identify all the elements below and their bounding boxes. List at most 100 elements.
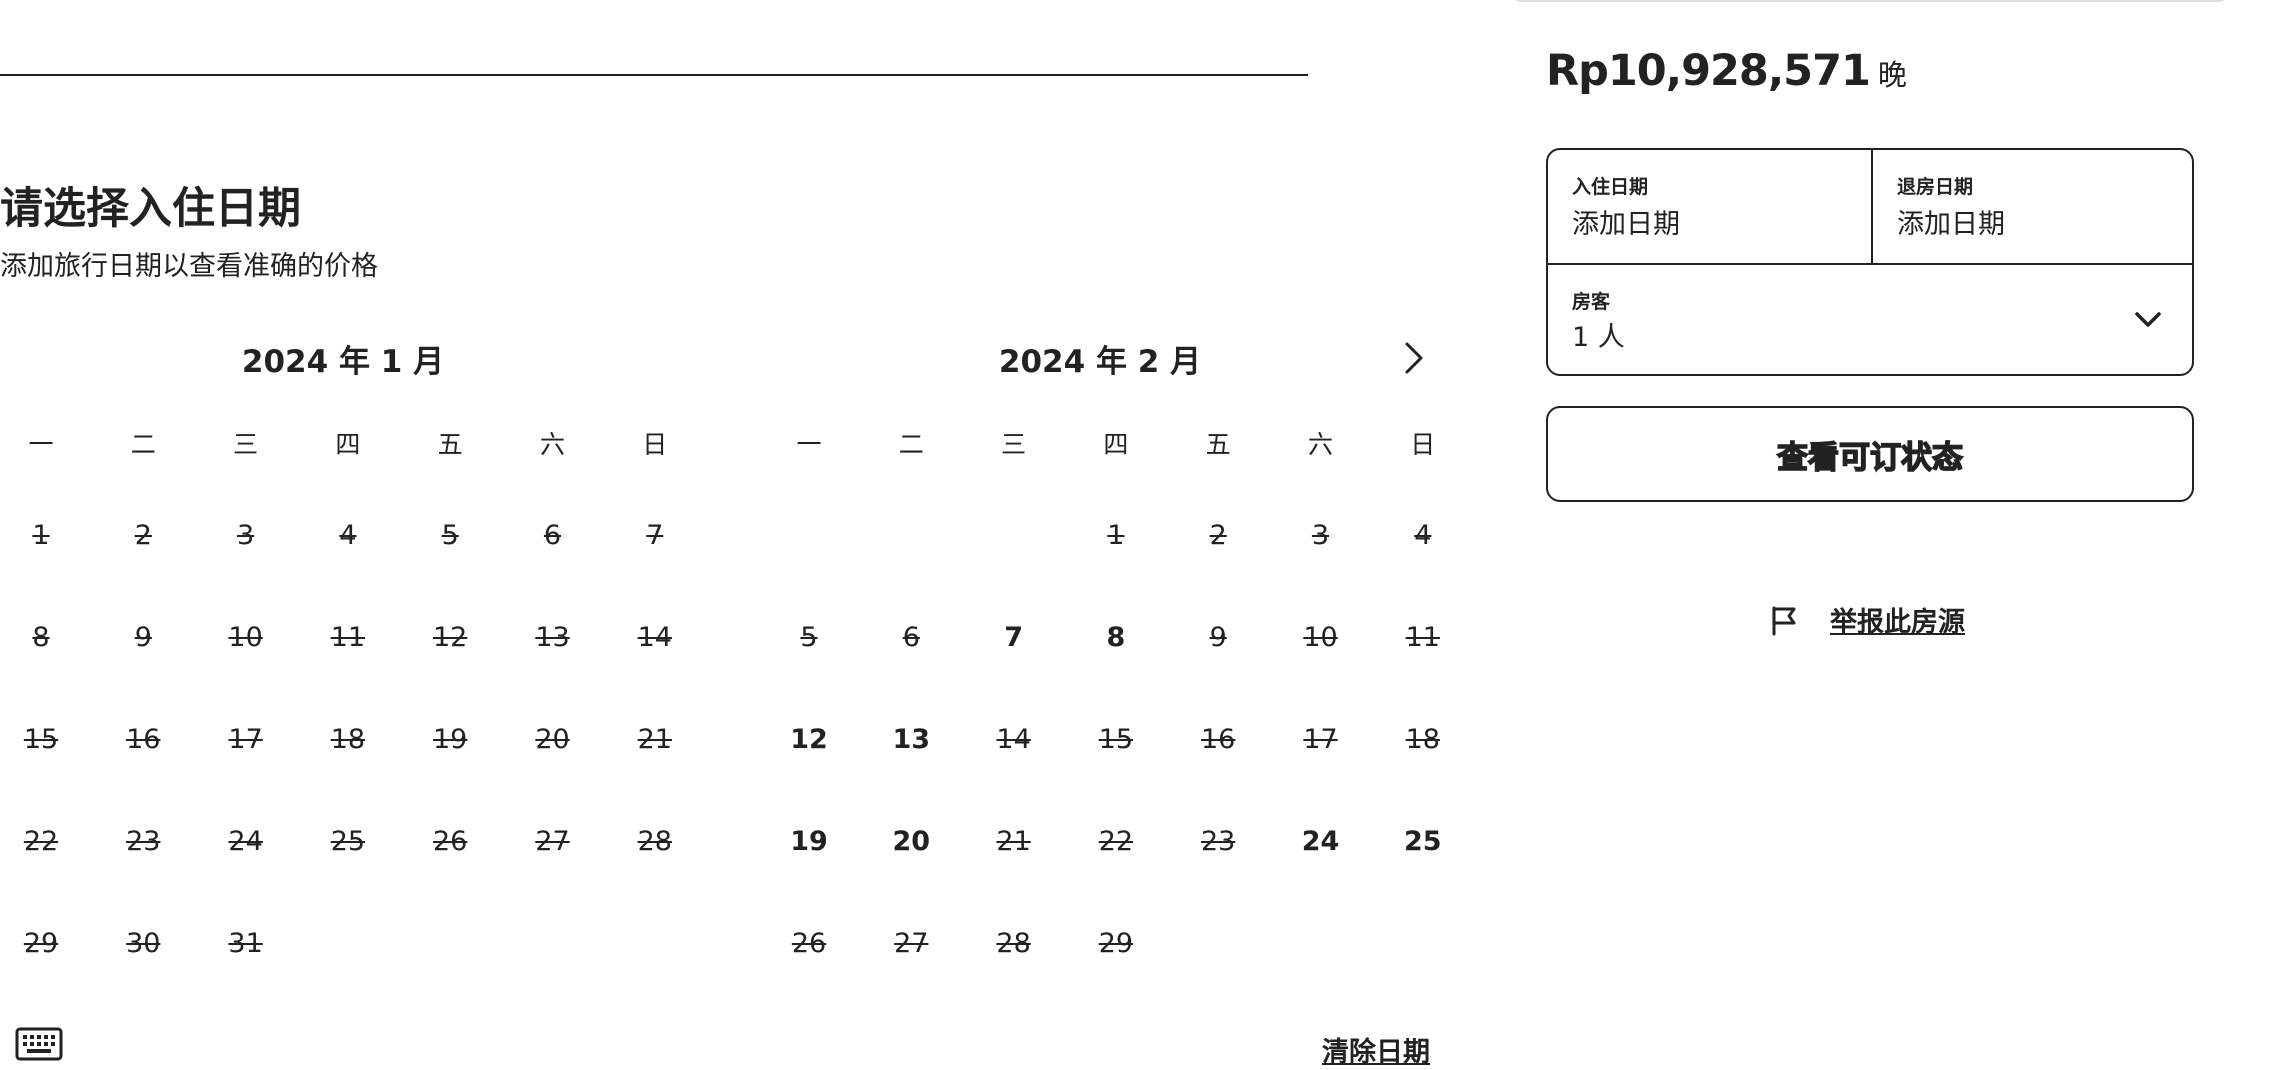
guests-value: 1 人 (1572, 322, 1625, 353)
page: 请选择入住日期 添加旅行日期以查看准确的价格 2024 年 1 月 2024 年… (0, 0, 2294, 1070)
calendar-day-available[interactable]: 25 (1383, 801, 1463, 881)
calendar-day-available[interactable]: 20 (871, 801, 951, 881)
check-availability-button[interactable]: 查看可订状态 (1546, 406, 2194, 502)
calendar-day-unavailable: 14 (996, 723, 1031, 755)
calendar-day-unavailable: 22 (1098, 825, 1134, 857)
calendar-day-unavailable: 5 (800, 621, 818, 653)
calendar-day-unavailable: 8 (32, 621, 50, 653)
calendar-day-unavailable: 14 (637, 621, 672, 653)
guests-label: 房客 (1572, 291, 1611, 313)
calendar-day-unavailable: 19 (433, 723, 468, 755)
checkin-field[interactable]: 入住日期 添加日期 (1548, 150, 1873, 263)
weekday-label: 三 (233, 430, 259, 459)
section-title: 请选择入住日期 (0, 184, 301, 234)
weekday-label: 二 (898, 430, 924, 459)
calendar-day-unavailable: 18 (330, 723, 366, 755)
month-title-january: 2024 年 1 月 (241, 344, 445, 380)
calendar-day-unavailable: 6 (902, 621, 920, 653)
calendar-day-unavailable: 5 (441, 519, 459, 551)
check-availability-label: 查看可订状态 (1776, 439, 1964, 477)
report-listing-row: 举报此房源 (1768, 600, 1965, 639)
nightly-price: Rp10,928,571 (1546, 46, 1871, 96)
weekday-label: 日 (1410, 430, 1436, 459)
calendar-day-unavailable: 1 (1107, 519, 1125, 551)
calendar-day-unavailable: 28 (637, 825, 672, 857)
weekday-label: 日 (642, 430, 668, 459)
calendar-day-unavailable: 26 (433, 825, 468, 857)
calendar-day-unavailable: 25 (330, 825, 366, 857)
checkout-field[interactable]: 退房日期 添加日期 (1873, 150, 2192, 263)
weekday-label: 六 (1307, 430, 1333, 459)
calendar-day-available[interactable]: 13 (871, 699, 951, 779)
calendar-day-unavailable: 18 (1405, 723, 1440, 755)
checkout-value: 添加日期 (1897, 209, 2005, 240)
checkin-label: 入住日期 (1572, 176, 1649, 198)
checkout-label: 退房日期 (1897, 176, 1974, 198)
calendar-day-unavailable: 7 (646, 519, 664, 551)
keyboard-shortcuts-button[interactable] (14, 1026, 64, 1062)
calendar-day-available[interactable]: 8 (1076, 597, 1156, 677)
calendar-day-unavailable: 2 (1209, 519, 1227, 551)
calendar-day-unavailable: 16 (1201, 723, 1236, 755)
calendar-day-unavailable: 9 (134, 621, 152, 653)
calendar-day-available[interactable]: 24 (1281, 801, 1361, 881)
calendar-day-unavailable: 4 (1414, 519, 1432, 551)
flag-icon (1772, 606, 1796, 635)
report-listing-link[interactable]: 举报此房源 (1830, 600, 1965, 639)
calendar-day-unavailable: 9 (1209, 621, 1227, 653)
weekday-label: 六 (539, 430, 565, 459)
calendar-day-unavailable: 3 (1311, 519, 1330, 551)
month-title-february: 2024 年 2 月 (998, 344, 1202, 380)
calendar-day-unavailable: 1 (32, 519, 50, 551)
calendar-day-unavailable: 20 (535, 723, 570, 755)
calendar-day-unavailable: 29 (23, 927, 59, 959)
chevron-right-icon (1405, 342, 1423, 374)
calendar-day-unavailable: 27 (894, 927, 929, 959)
calendar-day-unavailable: 30 (126, 927, 161, 959)
weekday-label: 四 (335, 430, 361, 459)
weekday-label: 三 (1001, 430, 1027, 459)
next-month-button[interactable] (1392, 336, 1436, 380)
calendar-day-unavailable: 26 (791, 927, 827, 959)
price-row: Rp10,928,571 晚 (1546, 46, 1907, 96)
calendar-day-unavailable: 3 (237, 519, 255, 551)
calendar-day-unavailable: 28 (996, 927, 1031, 959)
calendar-day-unavailable: 6 (543, 519, 562, 551)
calendar-day-available[interactable]: 12 (769, 699, 849, 779)
calendar-day-unavailable: 10 (1303, 621, 1338, 653)
calendar-day-unavailable: 23 (1201, 825, 1236, 857)
date-guest-picker: 入住日期 添加日期 退房日期 添加日期 房客 1 人 (1546, 148, 2194, 376)
section-divider (0, 74, 1308, 76)
checkin-value: 添加日期 (1572, 209, 1680, 240)
weekday-label: 五 (437, 430, 463, 459)
weekday-label: 四 (1103, 430, 1129, 459)
calendar-day-unavailable: 17 (1303, 723, 1338, 755)
calendar-day-unavailable: 10 (228, 621, 263, 653)
calendar-day-unavailable: 22 (23, 825, 59, 857)
calendar-day-available[interactable]: 7 (974, 597, 1054, 677)
calendar-day-unavailable: 31 (228, 927, 263, 959)
calendar-day-unavailable: 17 (228, 723, 263, 755)
weekday-label: 五 (1205, 430, 1231, 459)
calendar-day-unavailable: 11 (1405, 621, 1440, 653)
weekday-label: 二 (130, 430, 156, 459)
calendar-day-unavailable: 2 (134, 519, 152, 551)
calendar-day-unavailable: 27 (535, 825, 570, 857)
guests-selector[interactable]: 房客 1 人 (1548, 263, 2192, 374)
clear-dates-button[interactable]: 清除日期 (1322, 1030, 1430, 1069)
booking-card-edge (1510, 0, 2230, 2)
weekday-label: 一 (28, 430, 54, 459)
calendar-day-unavailable: 11 (330, 621, 366, 653)
weekday-label: 一 (796, 430, 822, 459)
calendar-day-unavailable: 13 (535, 621, 570, 653)
calendar-day-unavailable: 12 (433, 621, 468, 653)
price-unit: 晚 (1877, 58, 1907, 92)
calendar-day-available[interactable]: 19 (769, 801, 849, 881)
calendar-day-unavailable: 21 (996, 825, 1031, 857)
calendar-day-unavailable: 15 (23, 723, 59, 755)
calendar-day-unavailable: 21 (637, 723, 672, 755)
chevron-down-icon (2135, 312, 2161, 327)
calendar-day-unavailable: 24 (228, 825, 263, 857)
calendar-day-unavailable: 15 (1098, 723, 1134, 755)
calendar-day-unavailable: 16 (126, 723, 161, 755)
